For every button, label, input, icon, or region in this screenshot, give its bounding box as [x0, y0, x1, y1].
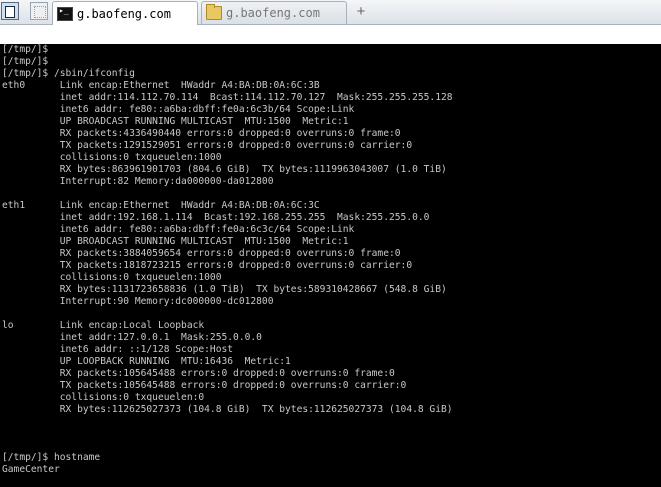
terminal-line: RX bytes:1131723658836 (1.0 TiB) TX byte…: [2, 284, 447, 295]
terminal-icon: [57, 6, 73, 21]
tab-bar: g.baofeng.com g.baofeng.com +: [0, 0, 661, 25]
terminal-line: UP LOOPBACK RUNNING MTU:16436 Metric:1: [2, 356, 291, 367]
terminal-line: RX packets:4336490440 errors:0 dropped:0…: [2, 128, 401, 139]
terminal-line: inet6 addr: fe80::a6ba:dbff:fe0a:6c3c/64…: [2, 224, 355, 235]
terminal-line: RX packets:3884059654 errors:0 dropped:0…: [2, 248, 401, 259]
terminal-line: collisions:0 txqueuelen:0: [2, 392, 205, 403]
terminal-line: RX bytes:112625027373 (104.8 GiB) TX byt…: [2, 404, 453, 415]
window-mode-button[interactable]: [1, 2, 19, 20]
folder-icon: [206, 4, 222, 20]
terminal-line: collisions:0 txqueuelen:1000: [2, 152, 222, 163]
terminal-line: inet6 addr: ::1/128 Scope:Host: [2, 344, 234, 355]
terminal-line: UP BROADCAST RUNNING MULTICAST MTU:1500 …: [2, 236, 349, 247]
terminal-line: inet addr:192.168.1.114 Bcast:192.168.25…: [2, 212, 430, 223]
terminal-output[interactable]: [/tmp/]$ [/tmp/]$ [/tmp/]$ /sbin/ifconfig e…: [0, 44, 661, 487]
terminal-line: [/tmp/]$: [2, 56, 49, 67]
terminal-line: Interrupt:82 Memory:da000000-da012800: [2, 176, 274, 187]
tab-label: g.baofeng.com: [77, 6, 171, 21]
terminal-line: [/tmp/]$ /sbin/ifconfig: [2, 68, 135, 79]
terminal-line: RX packets:105645488 errors:0 dropped:0 …: [2, 368, 395, 379]
terminal-line: eth0 Link encap:Ethernet HWaddr A4:BA:DB…: [2, 80, 320, 91]
terminal-line: collisions:0 txqueuelen:1000: [2, 272, 222, 283]
terminal-line: inet addr:114.112.70.114 Bcast:114.112.7…: [2, 92, 453, 103]
terminal-line: inet6 addr: fe80::a6ba:dbff:fe0a:6c3b/64…: [2, 104, 355, 115]
terminal-line: eth1 Link encap:Ethernet HWaddr A4:BA:DB…: [2, 200, 320, 211]
new-tab-button[interactable]: +: [352, 2, 370, 22]
terminal-line: TX packets:1291529051 errors:0 dropped:0…: [2, 140, 413, 151]
terminal-line: GameCenter: [2, 464, 60, 475]
toolbar-area: [0, 25, 661, 44]
terminal-line: Interrupt:90 Memory:dc000000-dc012800: [2, 296, 274, 307]
terminal-line: inet addr:127.0.0.1 Mask:255.0.0.0: [2, 332, 262, 343]
terminal-line: UP BROADCAST RUNNING MULTICAST MTU:1500 …: [2, 116, 349, 127]
terminal-line: TX packets:1818723215 errors:0 dropped:0…: [2, 260, 413, 271]
tab-session-terminal[interactable]: g.baofeng.com: [52, 1, 198, 25]
terminal-line: RX bytes:863961901703 (804.6 GiB) TX byt…: [2, 164, 447, 175]
terminal-line: TX packets:105645488 errors:0 dropped:0 …: [2, 380, 407, 391]
tab-label: g.baofeng.com: [226, 6, 320, 20]
terminal-line: lo Link encap:Local Loopback: [2, 320, 205, 331]
terminal-line: [/tmp/]$: [2, 44, 49, 55]
terminal-line: [/tmp/]$ hostname: [2, 452, 101, 463]
tab-session-sftp[interactable]: g.baofeng.com: [201, 1, 347, 24]
layout-toggle-button[interactable]: [30, 2, 48, 20]
